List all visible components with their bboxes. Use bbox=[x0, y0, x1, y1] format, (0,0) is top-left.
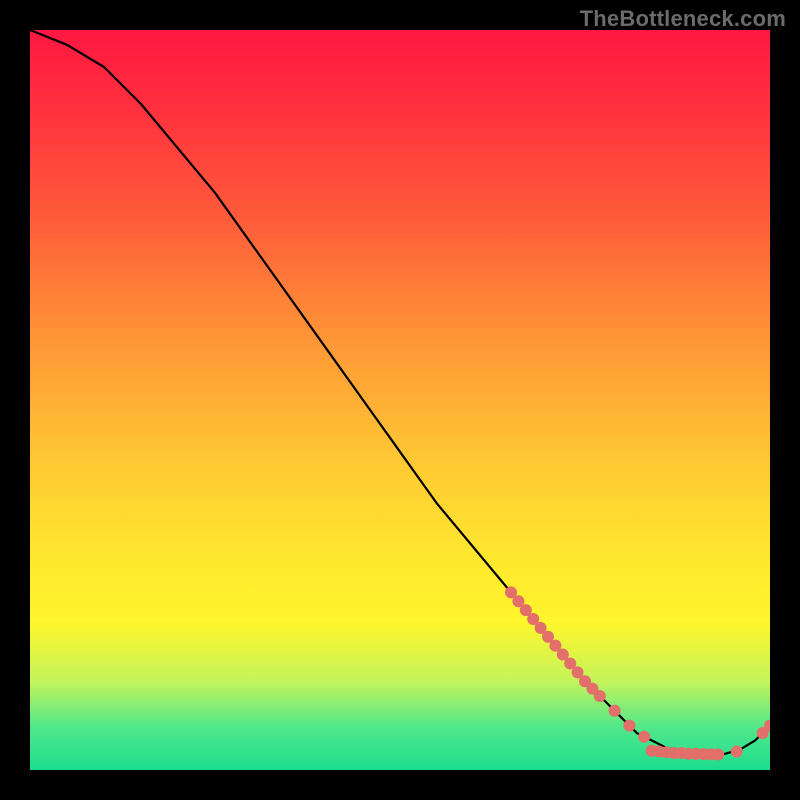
data-marker bbox=[731, 746, 743, 758]
data-marker bbox=[609, 705, 621, 717]
plot-area bbox=[30, 30, 770, 770]
data-marker bbox=[638, 731, 650, 743]
chart-stage: TheBottleneck.com bbox=[0, 0, 800, 800]
curve-group bbox=[30, 30, 770, 754]
chart-overlay bbox=[30, 30, 770, 770]
data-marker bbox=[594, 690, 606, 702]
watermark-text: TheBottleneck.com bbox=[580, 6, 786, 32]
data-marker bbox=[712, 748, 724, 760]
data-marker bbox=[623, 720, 635, 732]
curve-line bbox=[30, 30, 770, 754]
